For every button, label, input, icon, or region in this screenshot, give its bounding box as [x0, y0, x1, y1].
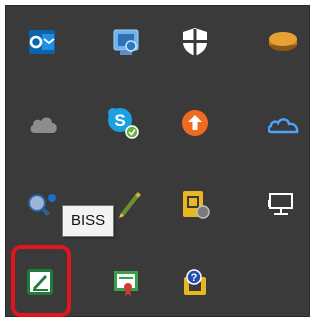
shield-icon[interactable]: [169, 16, 221, 68]
svg-text:S: S: [114, 111, 125, 130]
skype-icon[interactable]: S: [96, 96, 148, 148]
help-chip-icon[interactable]: ?: [169, 257, 221, 309]
highlight-frame: [11, 245, 71, 317]
cloud-icon[interactable]: [17, 98, 69, 150]
outlook-icon[interactable]: [16, 16, 68, 68]
network-monitor-icon[interactable]: [256, 179, 308, 231]
people-search-icon[interactable]: [16, 178, 68, 230]
network-share-icon[interactable]: [100, 16, 152, 68]
biss-tooltip: BISS: [62, 205, 115, 237]
certificate-icon[interactable]: [100, 257, 152, 309]
disk-cylinder-icon[interactable]: [257, 16, 309, 68]
sim-card-icon[interactable]: [169, 178, 221, 230]
svg-text:?: ?: [191, 272, 198, 284]
update-arrow-icon[interactable]: [169, 97, 221, 149]
onedrive-icon[interactable]: [258, 98, 310, 150]
